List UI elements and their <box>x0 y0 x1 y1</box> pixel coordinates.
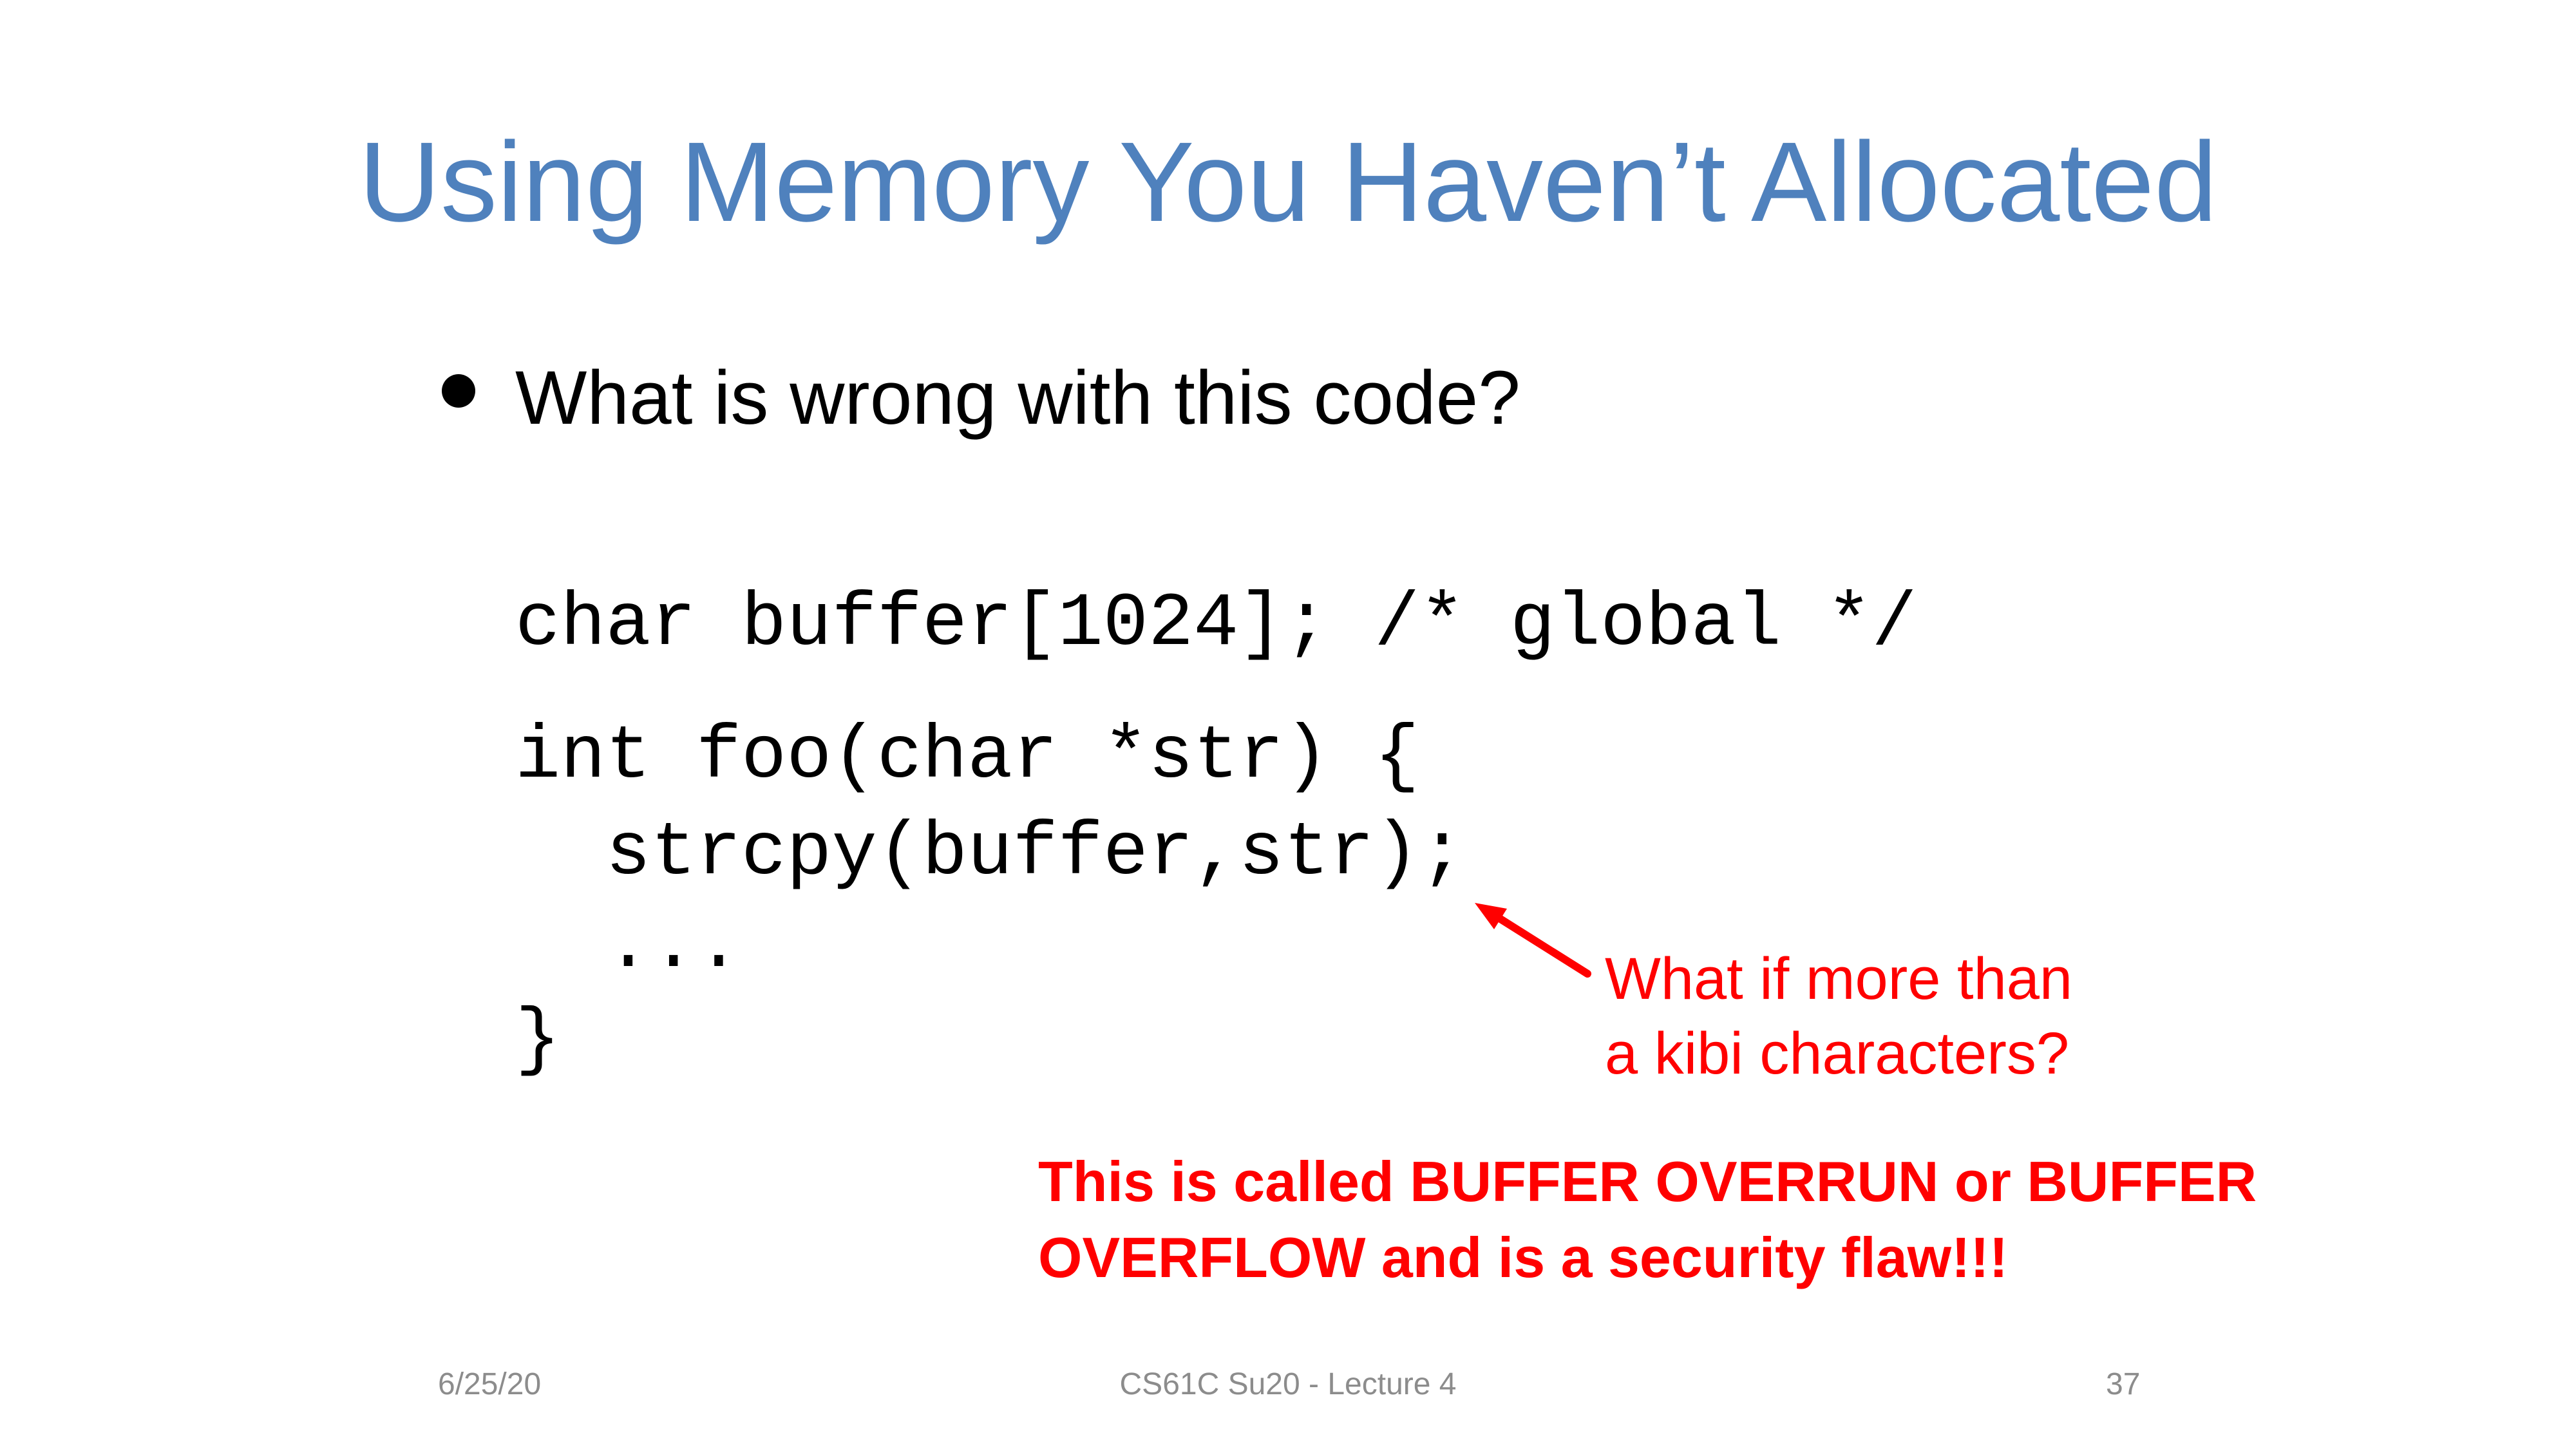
slide: Using Memory You Haven’t Allocated What … <box>0 0 2576 1449</box>
code-line-buffer-decl: char buffer[1024]; /* global */ <box>515 582 1917 667</box>
code-line-ellipsis: ... <box>515 904 742 989</box>
slide-title: Using Memory You Haven’t Allocated <box>358 119 2218 245</box>
code-line-close-brace: } <box>515 998 561 1083</box>
warning-line-1: This is called BUFFER OVERRUN or BUFFER <box>1038 1150 2257 1213</box>
annotation-line-1: What if more than <box>1605 946 2073 1012</box>
security-warning: This is called BUFFER OVERRUN or BUFFER … <box>1038 1144 2257 1296</box>
code-line-strcpy: strcpy(buffer,str); <box>515 811 1465 896</box>
code-line-func-signature: int foo(char *str) { <box>515 715 1420 800</box>
bullet-dot-icon <box>442 374 475 408</box>
footer-course: CS61C Su20 - Lecture 4 <box>1119 1367 1457 1401</box>
footer-page-number: 37 <box>2106 1367 2141 1401</box>
annotation-line-2: a kibi characters? <box>1605 1021 2069 1086</box>
annotation-callout: What if more than a kibi characters? <box>1605 942 2072 1091</box>
warning-line-2: OVERFLOW and is a security flaw!!! <box>1038 1226 2009 1289</box>
bullet-text: What is wrong with this code? <box>515 355 1520 440</box>
